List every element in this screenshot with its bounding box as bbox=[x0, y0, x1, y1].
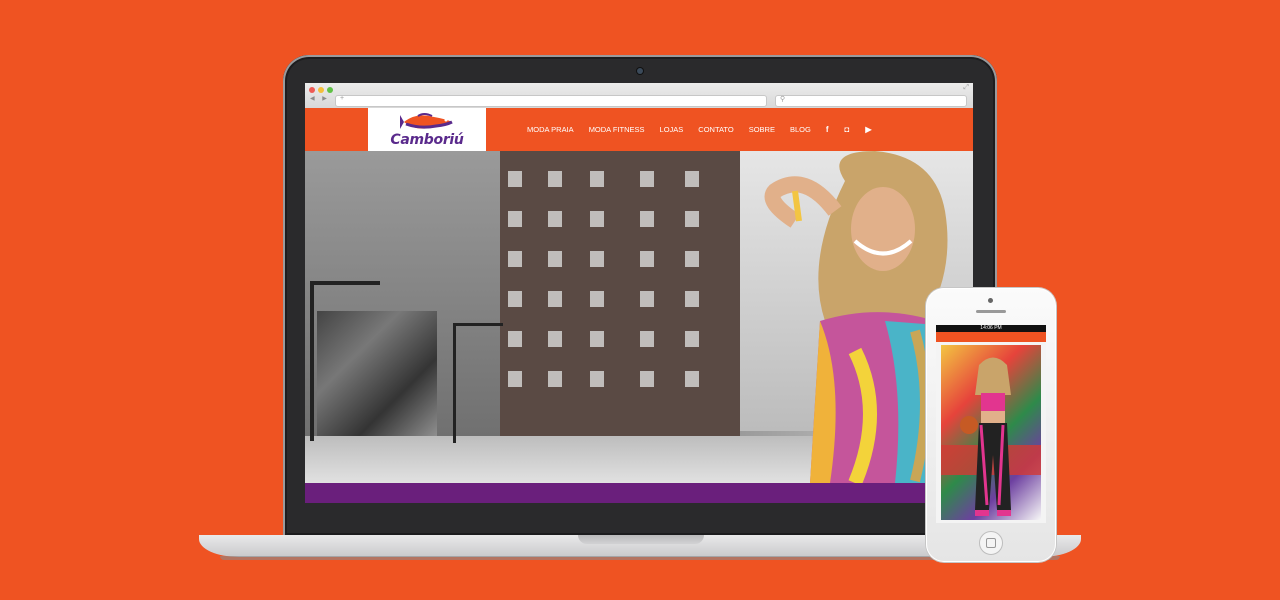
phone-screen: 14:06 PM bbox=[936, 325, 1046, 523]
laptop-camera bbox=[637, 68, 643, 74]
fullscreen-icon[interactable]: ⤢ bbox=[963, 84, 969, 92]
phone-model-illustration bbox=[941, 357, 1041, 516]
hero-building bbox=[500, 151, 740, 436]
nav-item-sobre[interactable]: SOBRE bbox=[749, 125, 775, 134]
browser-window: ◀ ▶ + ⚲ ⤢ Camboriú MODA PRAIA MODA FITNE… bbox=[305, 83, 973, 503]
maximize-window-button[interactable] bbox=[327, 87, 333, 93]
address-bar[interactable]: + bbox=[335, 95, 767, 107]
basketball-hoop-pole bbox=[310, 281, 314, 441]
fish-logo-icon bbox=[400, 113, 453, 129]
main-nav: MODA PRAIA MODA FITNESS LOJAS CONTATO SO… bbox=[527, 108, 888, 151]
nav-item-moda-fitness[interactable]: MODA FITNESS bbox=[589, 125, 645, 134]
browser-search-input[interactable]: ⚲ bbox=[775, 95, 967, 107]
phone-camera bbox=[988, 298, 993, 303]
laptop-notch bbox=[578, 535, 704, 544]
basketball-hoop-2 bbox=[453, 323, 503, 326]
logo[interactable]: Camboriú bbox=[368, 108, 486, 151]
basketball-hoop-pole-2 bbox=[453, 323, 456, 443]
youtube-icon[interactable]: ▶ bbox=[865, 125, 871, 134]
nav-item-lojas[interactable]: LOJAS bbox=[660, 125, 684, 134]
phone-site-header bbox=[936, 332, 1046, 342]
basketball-hoop bbox=[310, 281, 380, 285]
minimize-window-button[interactable] bbox=[318, 87, 324, 93]
back-forward-icon[interactable]: ◀ ▶ bbox=[310, 95, 330, 102]
page-icon: + bbox=[340, 95, 345, 102]
instagram-icon[interactable]: ◘ bbox=[845, 125, 850, 134]
browser-toolbar: ◀ ▶ + ⚲ ⤢ bbox=[305, 83, 973, 109]
phone-status-time: 14:06 PM bbox=[936, 325, 1046, 332]
nav-item-contato[interactable]: CONTATO bbox=[698, 125, 733, 134]
nav-item-blog[interactable]: BLOG bbox=[790, 125, 811, 134]
nav-item-moda-praia[interactable]: MODA PRAIA bbox=[527, 125, 574, 134]
logo-text: Camboriú bbox=[390, 132, 464, 148]
close-window-button[interactable] bbox=[309, 87, 315, 93]
search-icon: ⚲ bbox=[780, 96, 786, 103]
site-header: Camboriú MODA PRAIA MODA FITNESS LOJAS C… bbox=[305, 108, 973, 151]
hero-graffiti bbox=[317, 311, 437, 441]
phone-hero-image bbox=[941, 345, 1041, 520]
facebook-icon[interactable]: f bbox=[826, 125, 829, 134]
hero-banner-image bbox=[305, 151, 973, 483]
phone-mockup: 14:06 PM bbox=[926, 288, 1056, 562]
purple-band bbox=[305, 483, 973, 503]
phone-home-button[interactable] bbox=[979, 531, 1003, 555]
home-square-icon bbox=[986, 538, 996, 548]
phone-speaker bbox=[976, 310, 1006, 313]
